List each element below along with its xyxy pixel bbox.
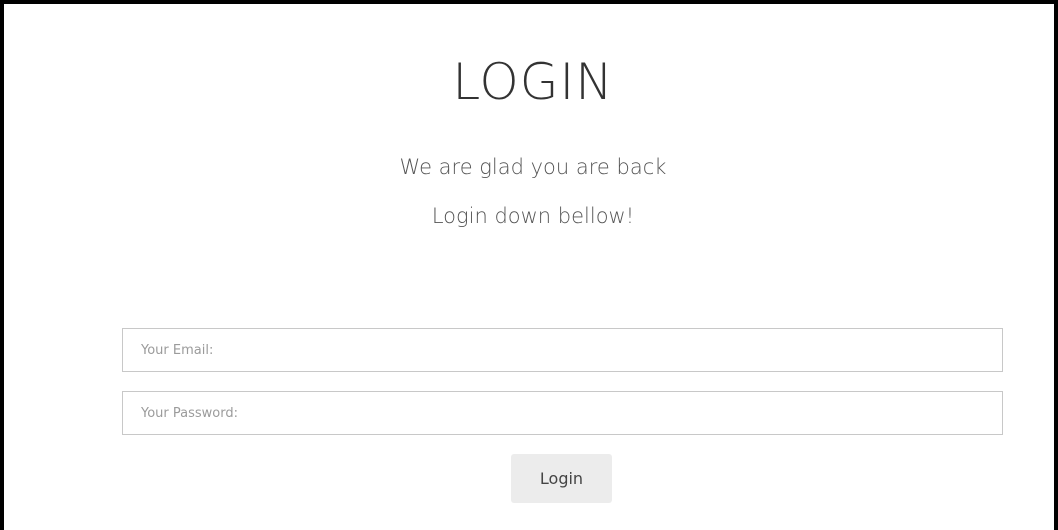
login-instruction: Login down bellow!: [431, 204, 635, 228]
login-panel: LOGIN We are glad you are back Login dow…: [0, 0, 1058, 530]
welcome-message: We are glad you are back: [399, 155, 667, 179]
email-field[interactable]: [122, 328, 1003, 372]
page-title: LOGIN: [452, 53, 614, 111]
login-button[interactable]: Login: [511, 454, 612, 503]
password-field[interactable]: [122, 391, 1003, 435]
